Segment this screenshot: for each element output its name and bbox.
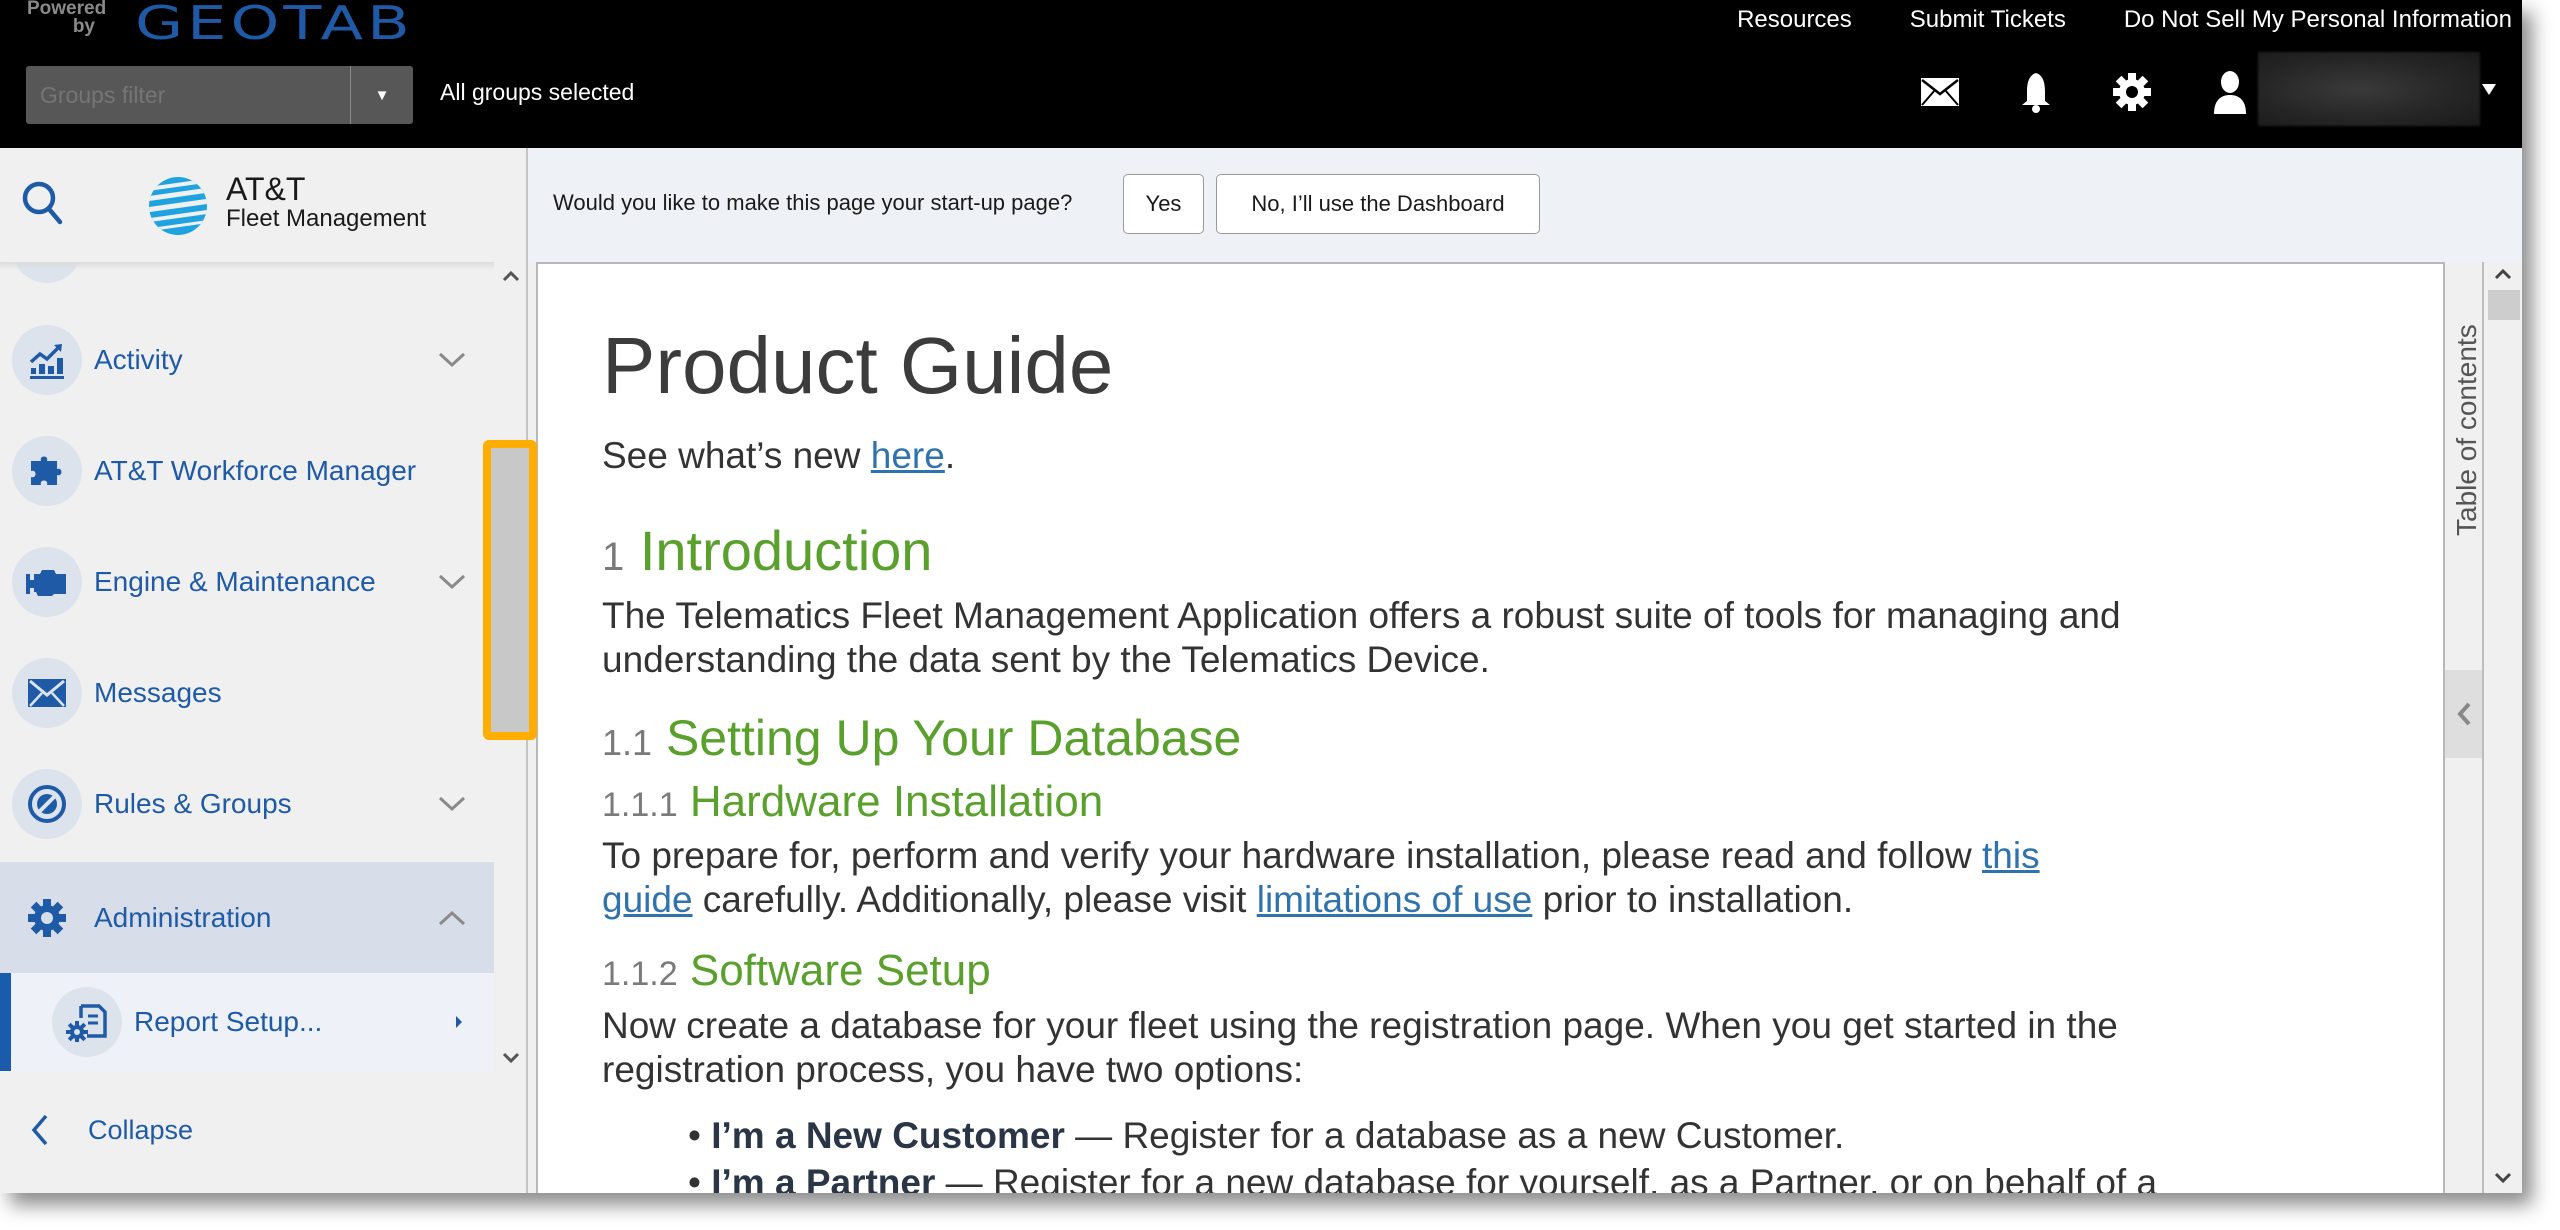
section-heading-hardware-installation: 1.1.1 Hardware Installation bbox=[602, 777, 1104, 826]
sidebar-item-workforce-manager[interactable]: AT&T Workforce Manager bbox=[0, 415, 494, 526]
chevron-down-icon bbox=[438, 352, 466, 367]
this-guide-link[interactable]: this bbox=[1982, 835, 2040, 876]
sidebar-search-button[interactable] bbox=[20, 178, 66, 235]
collapse-sidebar-button[interactable]: Collapse bbox=[30, 1113, 193, 1147]
top-header: Powered by GEOTAB Resources Submit Ticke… bbox=[0, 0, 2522, 148]
sidebar-nav: Activity AT&T Workforce Manager Engine &… bbox=[0, 262, 494, 1072]
att-brand-line2: Fleet Management bbox=[226, 205, 427, 232]
groups-filter-input[interactable] bbox=[26, 66, 350, 124]
section-heading-software-setup: 1.1.2 Software Setup bbox=[602, 946, 991, 995]
rules-icon bbox=[28, 784, 66, 823]
gear-icon bbox=[28, 898, 66, 937]
sidebar: AT&T Fleet Management Activity AT&T Work bbox=[0, 148, 528, 1193]
sidebar-item-label: Rules & Groups bbox=[94, 787, 292, 819]
section-heading-setting-up-database: 1.1 Setting Up Your Database bbox=[602, 710, 1242, 766]
resources-link[interactable]: Resources bbox=[1727, 6, 1862, 34]
content-scrollbar-thumb[interactable] bbox=[2488, 290, 2520, 320]
chevron-up-icon bbox=[438, 910, 466, 925]
sidebar-item-label: Activity bbox=[94, 343, 183, 375]
att-globe-logo bbox=[148, 175, 208, 242]
activity-chart-icon bbox=[29, 343, 64, 379]
sidebar-item-rules-groups[interactable]: Rules & Groups bbox=[0, 748, 494, 859]
limitations-of-use-link[interactable]: limitations of use bbox=[1257, 879, 1533, 920]
page-title: Product Guide bbox=[602, 321, 1114, 410]
startup-question: Would you like to make this page your st… bbox=[553, 190, 1073, 215]
report-setup-icon bbox=[66, 1004, 107, 1042]
intro-body-line2: understanding the data sent by the Telem… bbox=[602, 639, 1490, 680]
envelope-icon bbox=[28, 678, 66, 707]
user-menu-caret-icon[interactable] bbox=[2482, 84, 2496, 95]
chevron-left-icon bbox=[2456, 702, 2470, 726]
notifications-button[interactable] bbox=[2014, 70, 2058, 114]
do-not-sell-link[interactable]: Do Not Sell My Personal Information bbox=[2114, 6, 2522, 34]
submit-tickets-link[interactable]: Submit Tickets bbox=[1900, 6, 2076, 34]
table-of-contents-panel[interactable]: Table of contents bbox=[2443, 262, 2482, 1193]
whats-new-line: See what’s new here. bbox=[602, 435, 956, 476]
puzzle-icon bbox=[31, 456, 62, 485]
user-name-redacted[interactable] bbox=[2258, 52, 2480, 126]
software-body-line1: Now create a database for your fleet usi… bbox=[602, 1005, 2118, 1046]
top-links: Resources Submit Tickets Do Not Sell My … bbox=[1689, 6, 2522, 34]
mail-icon bbox=[1921, 78, 1959, 106]
product-guide-content: Product Guide See what’s new here. 1 Int… bbox=[536, 262, 2443, 1193]
highlighted-sidebar-scrollbar-thumb[interactable] bbox=[483, 440, 537, 740]
att-brand-line1: AT&T bbox=[226, 171, 306, 207]
content-scrollbar[interactable] bbox=[2482, 262, 2522, 1193]
intro-body-line1: The Telematics Fleet Management Applicat… bbox=[602, 595, 2121, 636]
scroll-down-icon[interactable] bbox=[2494, 1172, 2512, 1184]
sidebar-item-label: AT&T Workforce Manager bbox=[94, 454, 417, 486]
sidebar-item-messages[interactable]: Messages bbox=[0, 637, 494, 748]
app-window: Powered by GEOTAB Resources Submit Ticke… bbox=[0, 0, 2522, 1193]
groups-status: All groups selected bbox=[440, 79, 635, 105]
collapse-label: Collapse bbox=[88, 1114, 194, 1145]
startup-page-banner: Would you like to make this page your st… bbox=[528, 148, 2522, 262]
user-icon bbox=[2214, 71, 2246, 114]
sidebar-item-label: Messages bbox=[94, 676, 222, 708]
sidebar-subitem-report-setup[interactable]: Report Setup... bbox=[0, 973, 494, 1071]
option-partner: • I’m a Partner — Register for a new dat… bbox=[688, 1162, 2158, 1193]
groups-filter-dropdown-button[interactable]: ▼ bbox=[350, 66, 413, 124]
geotab-logo: GEOTAB bbox=[135, 0, 414, 50]
caret-right-icon bbox=[456, 1016, 462, 1028]
powered-by-label: Powered by bbox=[27, 0, 107, 37]
caret-down-icon: ▼ bbox=[374, 86, 390, 104]
yes-button[interactable]: Yes bbox=[1123, 174, 1204, 234]
this-guide-link-cont[interactable]: guide bbox=[602, 879, 693, 920]
sidebar-item-label: Administration bbox=[94, 901, 272, 933]
toc-expand-button[interactable] bbox=[2445, 670, 2482, 758]
option-new-customer: • I’m a New Customer — Register for a da… bbox=[688, 1115, 1845, 1156]
active-indicator bbox=[0, 973, 11, 1071]
hardware-body-line2: guide carefully. Additionally, please vi… bbox=[602, 879, 1854, 920]
use-dashboard-button[interactable]: No, I’ll use the Dashboard bbox=[1216, 174, 1540, 234]
whats-new-link[interactable]: here bbox=[871, 435, 945, 476]
user-menu-button[interactable] bbox=[2208, 70, 2252, 114]
groups-filter[interactable]: ▼ bbox=[26, 66, 413, 124]
search-icon bbox=[22, 181, 63, 225]
settings-button[interactable] bbox=[2110, 70, 2154, 114]
scroll-down-icon[interactable] bbox=[502, 1052, 520, 1064]
software-body-line2: registration process, you have two optio… bbox=[602, 1049, 1304, 1090]
bell-icon bbox=[2022, 73, 2050, 113]
sidebar-item-label: Engine & Maintenance bbox=[94, 565, 376, 597]
sidebar-item-engine-maintenance[interactable]: Engine & Maintenance bbox=[0, 526, 494, 637]
scroll-up-icon[interactable] bbox=[2494, 268, 2512, 280]
toc-label: Table of contents bbox=[2451, 324, 2482, 536]
chevron-down-icon bbox=[438, 574, 466, 589]
chevron-left-icon bbox=[31, 1114, 48, 1146]
gear-icon bbox=[2113, 73, 2151, 111]
section-heading-introduction: 1 Introduction bbox=[602, 519, 933, 582]
scroll-up-icon[interactable] bbox=[502, 270, 520, 282]
sidebar-item-activity[interactable]: Activity bbox=[0, 304, 494, 415]
att-brand-text: AT&T Fleet Management bbox=[226, 172, 426, 232]
engine-icon bbox=[26, 569, 66, 596]
sidebar-item-label: Report Setup... bbox=[134, 1006, 323, 1037]
sidebar-item-administration[interactable]: Administration bbox=[0, 862, 494, 973]
mail-button[interactable] bbox=[1918, 70, 1962, 114]
hardware-body-line1: To prepare for, perform and verify your … bbox=[602, 835, 2040, 876]
chevron-down-icon bbox=[438, 796, 466, 811]
